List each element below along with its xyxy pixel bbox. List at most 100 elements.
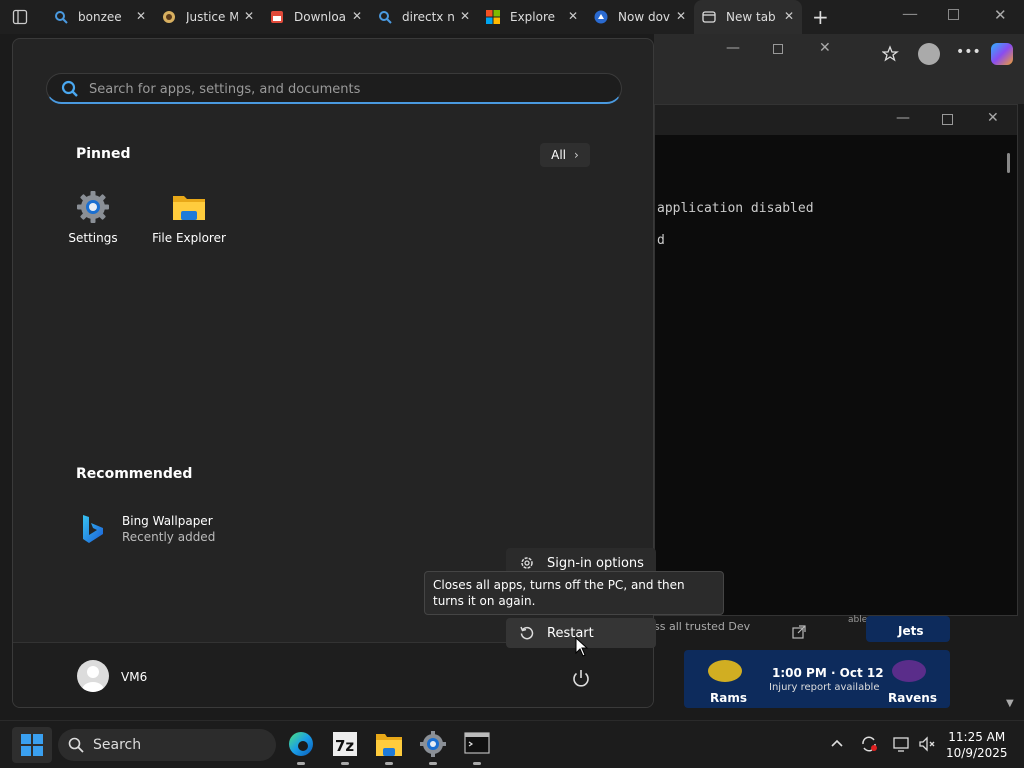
taskbar-search-label: Search bbox=[93, 737, 142, 753]
newtab-icon bbox=[702, 10, 716, 24]
terminal-titlebar: — ✕ bbox=[655, 105, 1017, 135]
taskbar-app-terminal[interactable] bbox=[459, 729, 495, 765]
copilot-icon[interactable] bbox=[991, 43, 1013, 65]
browser-tab[interactable]: Now dov ✕ bbox=[586, 0, 694, 34]
more-icon[interactable]: ••• bbox=[956, 44, 981, 60]
close-icon[interactable]: ✕ bbox=[784, 9, 794, 23]
site-icon bbox=[162, 10, 176, 24]
terminal-icon bbox=[464, 732, 490, 754]
7zip-icon: 7z bbox=[333, 732, 357, 756]
bing-icon bbox=[79, 513, 107, 545]
recommended-subtitle: Recently added bbox=[122, 530, 216, 544]
minimize-icon[interactable]: — bbox=[902, 4, 918, 23]
team-name: Jets bbox=[898, 624, 924, 638]
browser-tab[interactable]: directx n ✕ bbox=[370, 0, 478, 34]
recommended-title: Recommended bbox=[76, 466, 193, 482]
tab-label: Downloa bbox=[294, 10, 346, 24]
recommended-title-text: Bing Wallpaper bbox=[122, 514, 213, 528]
taskbar-app-settings[interactable] bbox=[415, 729, 451, 765]
team-name: Rams bbox=[710, 691, 747, 705]
start-search-box[interactable] bbox=[46, 73, 622, 104]
pinned-title: Pinned bbox=[76, 146, 131, 162]
tab-label: bonzee bbox=[78, 10, 122, 24]
app-label: Settings bbox=[68, 231, 118, 245]
clock-time: 11:25 AM bbox=[948, 730, 1006, 744]
tab-actions-icon[interactable] bbox=[12, 9, 28, 25]
taskbar-app-7zip[interactable]: 7z bbox=[327, 729, 363, 765]
taskbar-app-edge[interactable] bbox=[283, 729, 319, 765]
user-name[interactable]: VM6 bbox=[121, 670, 147, 684]
search-icon bbox=[54, 10, 68, 24]
background-text: ss all trusted Dev bbox=[654, 620, 751, 633]
search-icon bbox=[61, 80, 79, 98]
clock-date: 10/9/2025 bbox=[946, 746, 1008, 760]
all-apps-button[interactable]: All › bbox=[540, 143, 590, 167]
close-icon[interactable]: ✕ bbox=[987, 110, 999, 126]
gear-icon bbox=[75, 189, 111, 225]
search-icon bbox=[378, 10, 392, 24]
site-icon bbox=[270, 10, 284, 24]
close-icon[interactable]: ✕ bbox=[460, 9, 470, 23]
browser-tab-active[interactable]: New tab ✕ bbox=[694, 0, 802, 34]
avatar[interactable] bbox=[77, 660, 109, 692]
sports-widget-jets[interactable]: Jets bbox=[866, 616, 950, 642]
browser-tab-bar: bonzee ✕ Justice M ✕ Downloa ✕ directx n… bbox=[0, 0, 1024, 34]
search-icon bbox=[68, 737, 84, 753]
browser-tab[interactable]: Justice M ✕ bbox=[154, 0, 262, 34]
close-icon[interactable]: ✕ bbox=[244, 9, 254, 23]
scroll-down-icon[interactable]: ▼ bbox=[1006, 698, 1014, 709]
maximize-icon[interactable] bbox=[942, 114, 953, 125]
tab-label: Justice M bbox=[186, 10, 238, 24]
ravens-logo-icon bbox=[892, 660, 926, 682]
taskbar-search[interactable]: Search bbox=[58, 729, 276, 761]
start-button[interactable] bbox=[12, 727, 52, 763]
close-icon[interactable]: ✕ bbox=[819, 40, 831, 56]
app-label: File Explorer bbox=[152, 231, 226, 245]
minimize-icon[interactable]: — bbox=[726, 40, 740, 56]
browser-tab[interactable]: Explore ✕ bbox=[478, 0, 586, 34]
taskbar: Search 7z 11:25 AM 10/9/2025 bbox=[0, 720, 1024, 768]
running-indicator bbox=[341, 762, 349, 765]
scrollbar[interactable] bbox=[1007, 153, 1010, 173]
browser-tab[interactable]: bonzee ✕ bbox=[46, 0, 154, 34]
restore-icon[interactable] bbox=[948, 9, 959, 20]
close-icon[interactable]: ✕ bbox=[352, 9, 362, 23]
power-icon[interactable] bbox=[569, 667, 593, 691]
taskbar-clock[interactable]: 11:25 AM 10/9/2025 bbox=[946, 729, 1008, 761]
running-indicator bbox=[429, 762, 437, 765]
svg-text:7z: 7z bbox=[335, 737, 354, 755]
volume-muted-icon[interactable] bbox=[918, 735, 936, 753]
pinned-app-settings[interactable]: Settings bbox=[48, 189, 138, 245]
background-browser-window: — ✕ ••• bbox=[654, 34, 1024, 104]
minimize-icon[interactable]: — bbox=[896, 110, 910, 126]
maximize-icon[interactable] bbox=[773, 44, 783, 54]
tab-label: Explore bbox=[510, 10, 556, 24]
external-link-icon[interactable] bbox=[792, 625, 806, 639]
network-icon[interactable] bbox=[892, 735, 910, 753]
close-icon[interactable]: ✕ bbox=[568, 9, 578, 23]
close-icon[interactable]: ✕ bbox=[676, 9, 686, 23]
taskbar-app-file-explorer[interactable] bbox=[371, 729, 407, 765]
pinned-app-file-explorer[interactable]: File Explorer bbox=[144, 189, 234, 245]
close-icon[interactable]: ✕ bbox=[136, 9, 146, 23]
running-indicator bbox=[473, 762, 481, 765]
search-input[interactable] bbox=[89, 79, 589, 99]
site-icon bbox=[594, 10, 608, 24]
browser-tab[interactable]: Downloa ✕ bbox=[262, 0, 370, 34]
chevron-up-icon[interactable] bbox=[828, 735, 846, 753]
gear-icon bbox=[420, 731, 446, 757]
sports-widget-game[interactable]: Rams 1:00 PM · Oct 12 Injury report avai… bbox=[684, 650, 950, 708]
power-menu-label: Sign-in options bbox=[547, 555, 644, 571]
restart-icon bbox=[519, 625, 535, 641]
close-icon[interactable]: ✕ bbox=[994, 6, 1007, 24]
new-tab-button[interactable]: + bbox=[812, 5, 829, 29]
profile-icon[interactable] bbox=[918, 43, 940, 65]
team-name: Ravens bbox=[888, 691, 937, 705]
running-indicator bbox=[385, 762, 393, 765]
terminal-window[interactable]: — ✕ application disabled d bbox=[654, 104, 1018, 616]
sync-icon[interactable] bbox=[860, 735, 878, 753]
favorites-icon[interactable] bbox=[881, 45, 900, 63]
game-time: 1:00 PM · Oct 12 bbox=[772, 666, 884, 680]
recommended-item[interactable]: Bing Wallpaper Recently added bbox=[79, 511, 279, 551]
folder-icon bbox=[376, 734, 402, 756]
